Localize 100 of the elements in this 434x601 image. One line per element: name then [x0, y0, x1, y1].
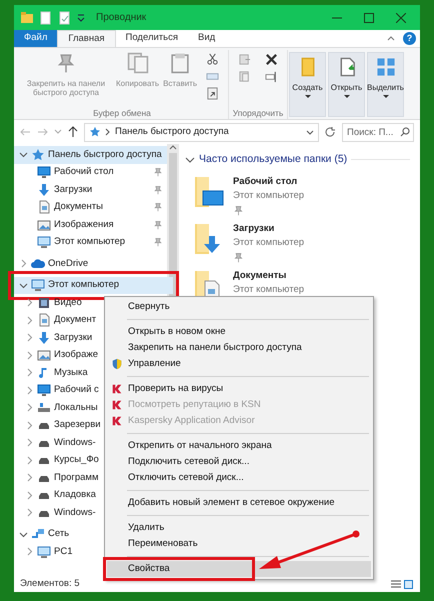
download-arrow-icon	[37, 330, 51, 345]
chevron-right-icon[interactable]	[25, 547, 34, 556]
section-title[interactable]: Часто используемые папки (5)	[199, 152, 348, 168]
item-label: PC1	[54, 544, 72, 559]
search-field[interactable]: Поиск: П...	[342, 122, 414, 142]
chevron-right-icon[interactable]	[25, 403, 34, 412]
picture-icon	[37, 218, 51, 232]
ribbon-button[interactable]: Выделить	[367, 52, 404, 117]
ribbon-tab[interactable]: Главная	[57, 30, 116, 47]
caret-icon	[304, 95, 310, 98]
ribbon-tab[interactable]: Вид	[188, 30, 226, 47]
caret-icon	[382, 95, 388, 98]
tree-item[interactable]: Документы	[14, 198, 167, 216]
chevron-down-icon[interactable]	[19, 150, 28, 160]
menu-item[interactable]: Проверить на вирусы	[107, 381, 371, 397]
address-bar[interactable]: Панель быстрого доступа	[84, 122, 319, 142]
chevron-right-icon[interactable]	[25, 333, 34, 342]
menu-item[interactable]: Управление	[107, 356, 371, 372]
item-label: Рабочий стол	[54, 165, 114, 180]
chevron-right-icon[interactable]	[25, 386, 34, 395]
chevron-down-icon[interactable]	[19, 280, 28, 290]
search-icon[interactable]	[400, 126, 410, 136]
chevron-right-icon[interactable]	[25, 350, 34, 360]
delete-icon[interactable]	[265, 53, 278, 66]
chevron-right-icon[interactable]	[25, 298, 34, 308]
item-label: Документ	[54, 313, 96, 328]
details-view-icon[interactable]	[391, 580, 401, 588]
chevron-right-icon[interactable]	[25, 438, 34, 448]
menu-item[interactable]: Удалить	[107, 520, 371, 536]
document-icon	[37, 313, 51, 328]
close-icon[interactable]	[396, 12, 406, 22]
chevron-right-icon[interactable]	[19, 259, 28, 268]
star-icon	[89, 126, 101, 138]
document-icon[interactable]	[39, 10, 53, 24]
shield-icon	[111, 358, 123, 370]
folder-icon[interactable]	[193, 174, 225, 209]
tiles-view-icon[interactable]	[404, 580, 414, 588]
chevron-right-icon[interactable]	[25, 473, 34, 482]
item-label: Изображения	[54, 218, 114, 232]
shortcut-icon[interactable]	[206, 87, 219, 100]
ribbon-button[interactable]: Создать	[289, 52, 326, 117]
cloud-icon	[31, 256, 45, 271]
chevron-down-icon[interactable]	[19, 530, 28, 539]
menu-item[interactable]: Отключить сетевой диск...	[107, 470, 371, 486]
tree-item[interactable]: Панель быстрого доступа	[14, 146, 167, 164]
ribbon-button[interactable]: Открыть	[328, 52, 365, 117]
tree-item[interactable]: Этот компьютер	[14, 234, 167, 251]
item-label: Загрузки	[54, 182, 92, 197]
menu-item[interactable]: Добавить новый элемент в сетевое окружение	[107, 495, 371, 511]
item-label: Кладовка	[54, 488, 96, 502]
menu-item[interactable]: Открепить от начального экрана	[107, 438, 371, 454]
chevron-right-icon[interactable]	[25, 456, 34, 465]
file-menu-tab[interactable]: Файл	[14, 30, 58, 47]
tree-item[interactable]: OneDrive	[14, 255, 167, 272]
tree-item[interactable]: Рабочий стол	[14, 164, 167, 181]
back-arrow-icon[interactable]	[20, 127, 31, 137]
menu-item[interactable]: Переименовать	[107, 536, 371, 552]
collapse-icon[interactable]	[387, 35, 395, 42]
tree-item[interactable]: Загрузки	[14, 181, 167, 198]
folder-name[interactable]: Рабочий стол	[233, 174, 304, 189]
k-logo-icon	[111, 399, 123, 411]
menu-item[interactable]: Открыть в новом окне	[107, 324, 371, 340]
chevron-down-icon[interactable]	[185, 154, 195, 165]
menu-item[interactable]: Подключить сетевой диск...	[107, 454, 371, 470]
help-button[interactable]: ?	[403, 32, 416, 45]
group-label: Буфер обмена	[92, 107, 152, 119]
chevron-right-icon	[105, 128, 111, 136]
folder-name[interactable]: Загрузки	[233, 222, 304, 236]
checked-document-icon[interactable]	[58, 10, 72, 24]
item-label: Локальны	[54, 400, 98, 415]
picture-icon	[37, 348, 51, 362]
pin-icon	[233, 205, 244, 216]
local-disk-icon	[37, 400, 51, 415]
rename-icon[interactable]	[265, 70, 278, 83]
item-label: Видео	[54, 296, 82, 310]
up-arrow-icon[interactable]	[68, 126, 78, 138]
item-label: OneDrive	[48, 256, 88, 271]
menu-item[interactable]: Свернуть	[107, 299, 371, 315]
chevron-right-icon[interactable]	[25, 420, 34, 430]
chevron-right-icon[interactable]	[25, 508, 34, 518]
refresh-icon[interactable]	[325, 126, 336, 138]
computer-icon	[37, 235, 51, 250]
item-label: Курсы_Фо	[54, 453, 99, 468]
address-path[interactable]: Панель быстрого доступа	[115, 124, 229, 140]
k-logo-icon	[111, 383, 123, 395]
item-label: Загрузки	[54, 330, 92, 345]
dropdown-arrow-icon[interactable]	[77, 12, 85, 22]
maximize-icon[interactable]	[364, 12, 374, 22]
chevron-right-icon[interactable]	[25, 368, 34, 378]
tree-item[interactable]: Изображения	[14, 216, 167, 234]
chevron-right-icon[interactable]	[25, 316, 34, 325]
scissors-icon[interactable]	[206, 53, 219, 66]
menu-item[interactable]: Закрепить на панели быстрого доступа	[107, 340, 371, 356]
tree-item[interactable]: Этот компьютер	[14, 276, 173, 294]
ribbon-tab[interactable]: Поделиться	[116, 30, 188, 47]
scroll-up-icon[interactable]	[169, 144, 177, 151]
folder-name[interactable]: Документы	[233, 268, 304, 283]
copy-icon	[126, 52, 149, 74]
forward-arrow-icon[interactable]	[37, 127, 48, 137]
chevron-right-icon[interactable]	[25, 490, 34, 500]
